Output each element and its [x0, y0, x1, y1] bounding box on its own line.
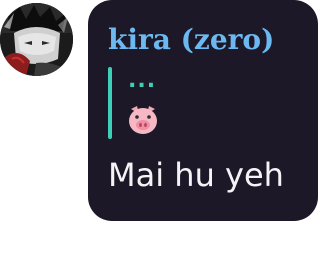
chat-message-row: kira (zero) ... Mai hu yeh — [0, 0, 320, 269]
reply-accent-bar — [108, 67, 112, 139]
pig-face-icon — [129, 106, 157, 134]
sender-name[interactable]: kira (zero) — [108, 22, 274, 58]
avatar-portrait-icon — [0, 3, 73, 76]
message-bubble[interactable]: kira (zero) ... Mai hu yeh — [88, 0, 318, 221]
message-text: Mai hu yeh — [108, 156, 284, 194]
reply-quote[interactable]: ... — [108, 67, 298, 139]
reply-author: ... — [128, 68, 157, 93]
sender-avatar[interactable] — [0, 3, 73, 76]
